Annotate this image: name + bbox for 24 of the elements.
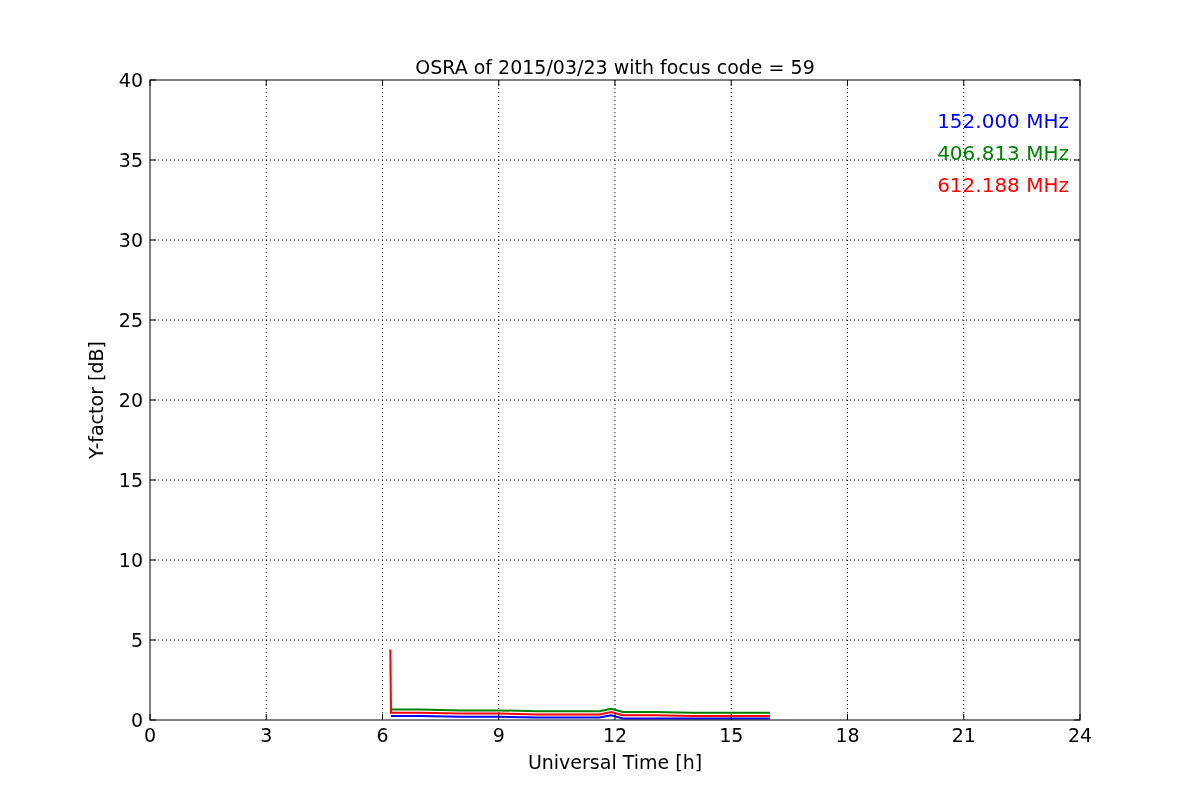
x-tick-label: 0 <box>143 724 157 746</box>
x-tick-label: 18 <box>835 724 860 746</box>
x-tick-label: 15 <box>719 724 744 746</box>
y-axis-label: Y-factor [dB] <box>85 341 107 459</box>
legend-label: 612.188 MHz <box>937 173 1069 197</box>
y-tick-label: 30 <box>118 229 143 251</box>
y-tick-label: 35 <box>118 149 143 171</box>
legend-label: 406.813 MHz <box>937 141 1069 165</box>
x-tick-label: 12 <box>602 724 628 746</box>
x-axis-label: Universal Time [h] <box>527 751 703 773</box>
y-tick-label: 40 <box>118 69 143 91</box>
y-tick-label: 5 <box>130 629 143 651</box>
x-tick-label: 24 <box>1067 724 1093 746</box>
y-tick-label: 10 <box>118 549 143 571</box>
y-tick-label: 25 <box>118 309 143 331</box>
chart-title: OSRA of 2015/03/23 with focus code = 59 <box>415 56 815 78</box>
x-tick-label: 9 <box>492 724 505 746</box>
x-tick-label: 3 <box>260 724 273 746</box>
legend-label: 152.000 MHz <box>937 109 1069 133</box>
x-tick-label: 6 <box>376 724 389 746</box>
y-tick-label: 15 <box>118 469 143 491</box>
y-tick-label: 0 <box>130 709 143 731</box>
x-tick-label: 21 <box>951 724 976 746</box>
y-tick-label: 20 <box>118 389 143 411</box>
